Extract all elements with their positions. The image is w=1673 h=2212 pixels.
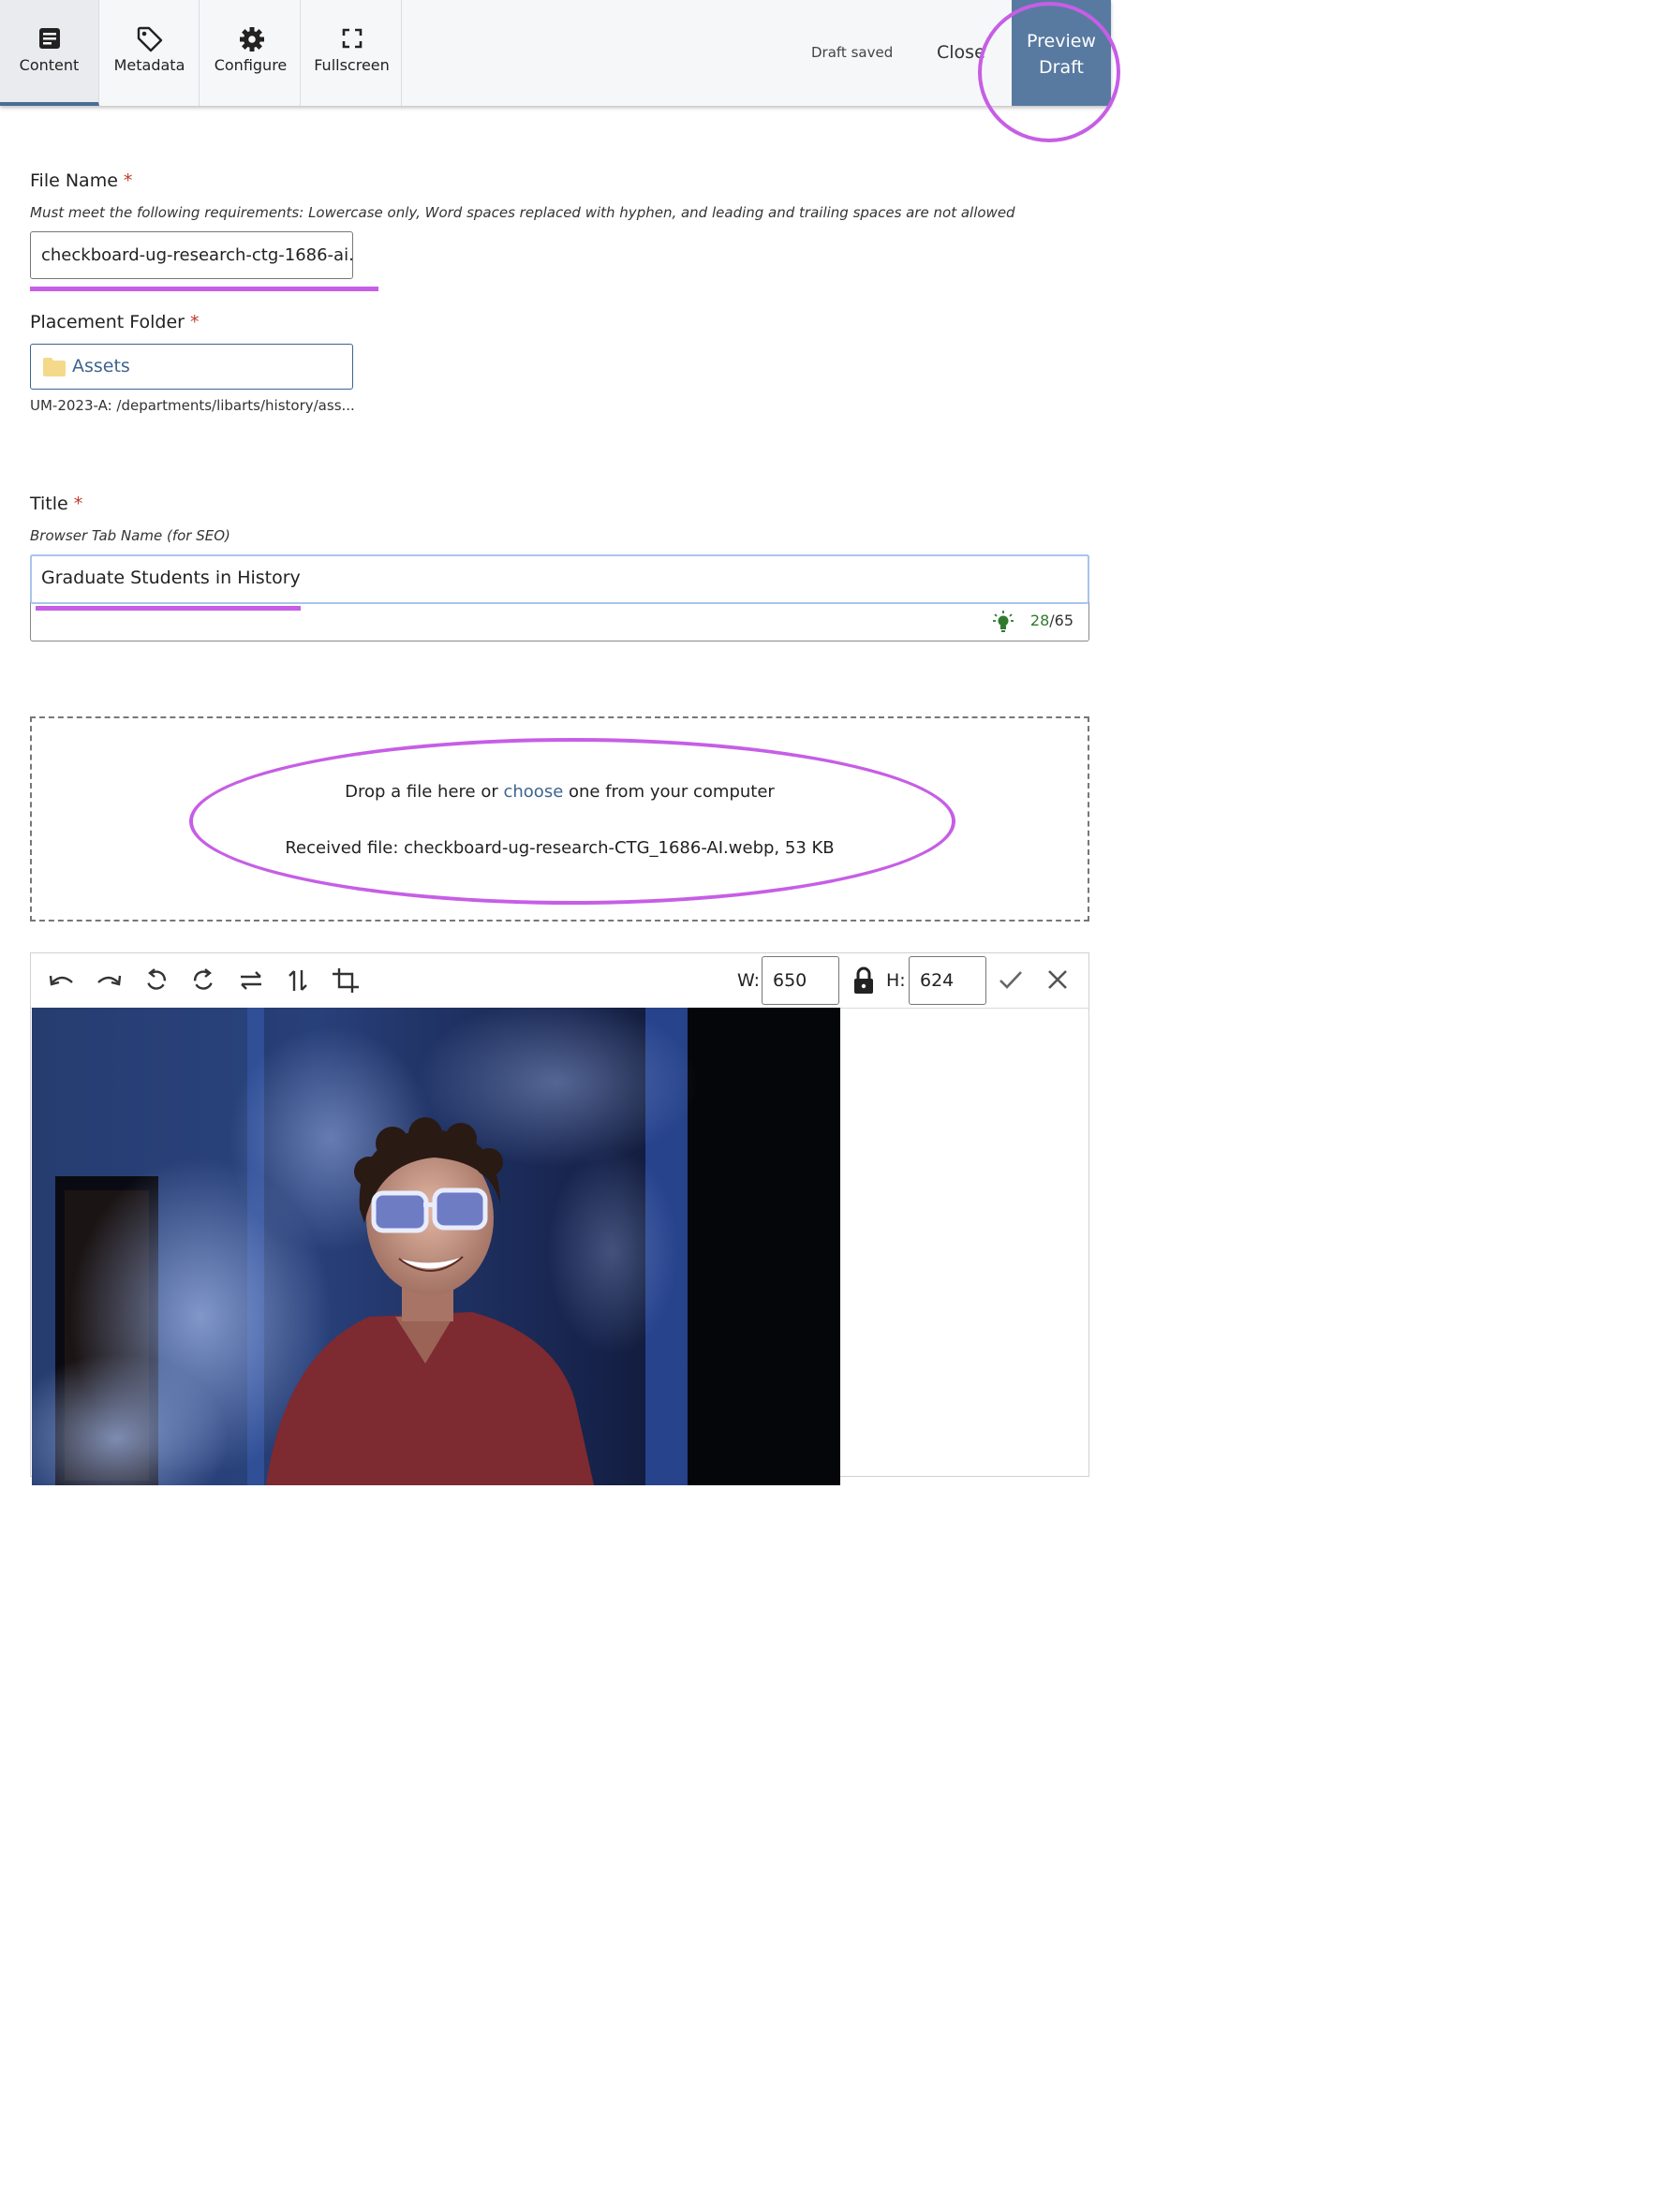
undo-icon[interactable] xyxy=(48,967,76,994)
width-label: W: xyxy=(737,970,761,991)
annotation-underline-file-name xyxy=(30,287,378,291)
width-input[interactable]: 650 xyxy=(762,956,839,1005)
file-name-label: File Name * xyxy=(30,170,133,191)
height-label: H: xyxy=(886,970,906,991)
required-mark: * xyxy=(189,312,200,332)
choose-file-link[interactable]: choose xyxy=(503,782,563,802)
student-photo xyxy=(32,1008,840,1485)
flip-horizontal-icon[interactable] xyxy=(237,967,265,994)
close-button[interactable]: Close xyxy=(937,42,985,63)
placement-folder-label: Placement Folder * xyxy=(30,312,200,332)
rotate-left-icon[interactable] xyxy=(142,967,170,994)
required-mark: * xyxy=(123,170,133,191)
dropzone-instructions: Drop a file here or choose one from your… xyxy=(345,782,775,802)
fullscreen-icon xyxy=(342,28,363,49)
tab-fullscreen-label: Fullscreen xyxy=(314,56,390,74)
check-icon[interactable] xyxy=(999,969,1023,990)
folder-path: UM-2023-A: /departments/libarts/history/… xyxy=(30,397,355,414)
top-toolbar: Content Metadata Configure Fullscreen Dr… xyxy=(0,0,1111,106)
cancel-icon[interactable] xyxy=(1047,969,1068,990)
height-input[interactable]: 624 xyxy=(909,956,986,1005)
preview-draft-button[interactable]: Preview Draft xyxy=(1012,0,1111,106)
draft-status: Draft saved xyxy=(811,44,894,61)
placement-folder-picker[interactable]: Assets xyxy=(30,344,353,390)
preview-label-line2: Draft xyxy=(1039,57,1084,78)
tab-configure-label: Configure xyxy=(214,56,288,74)
document-icon xyxy=(39,28,60,49)
rotate-right-icon[interactable] xyxy=(189,967,217,994)
tab-content-label: Content xyxy=(19,56,80,74)
image-editor-toolbar: W: 650 H: 624 xyxy=(31,953,1088,1009)
title-field-container: Graduate Students in History 28/65 xyxy=(30,554,1089,641)
crop-icon[interactable] xyxy=(332,967,360,994)
title-label: Title * xyxy=(30,494,83,514)
tab-configure[interactable]: Configure xyxy=(201,0,301,106)
image-editor: W: 650 H: 624 xyxy=(30,952,1089,1485)
received-file-info: Received file: checkboard-ug-research-CT… xyxy=(285,838,835,858)
lock-icon[interactable] xyxy=(852,966,875,995)
preview-label-line1: Preview xyxy=(1027,31,1096,52)
image-preview xyxy=(32,1008,840,1485)
tab-metadata-label: Metadata xyxy=(113,56,185,74)
tab-content[interactable]: Content xyxy=(0,0,99,106)
file-name-help: Must meet the following requirements: Lo… xyxy=(30,204,1015,221)
folder-name: Assets xyxy=(72,356,130,376)
file-name-input[interactable]: checkboard-ug-research-ctg-1686-ai.webp xyxy=(30,231,353,279)
lightbulb-icon xyxy=(993,611,1014,632)
required-mark: * xyxy=(73,494,83,514)
title-input[interactable]: Graduate Students in History xyxy=(30,554,1089,604)
character-counter: 28/65 xyxy=(1029,612,1073,629)
title-help: Browser Tab Name (for SEO) xyxy=(30,527,230,544)
tab-fullscreen[interactable]: Fullscreen xyxy=(303,0,402,106)
tab-metadata[interactable]: Metadata xyxy=(100,0,200,106)
flip-vertical-icon[interactable] xyxy=(285,967,313,994)
redo-icon[interactable] xyxy=(95,967,123,994)
gear-icon xyxy=(240,27,264,52)
folder-icon xyxy=(43,358,66,376)
file-dropzone[interactable]: Drop a file here or choose one from your… xyxy=(30,716,1089,922)
tag-icon xyxy=(137,26,163,52)
